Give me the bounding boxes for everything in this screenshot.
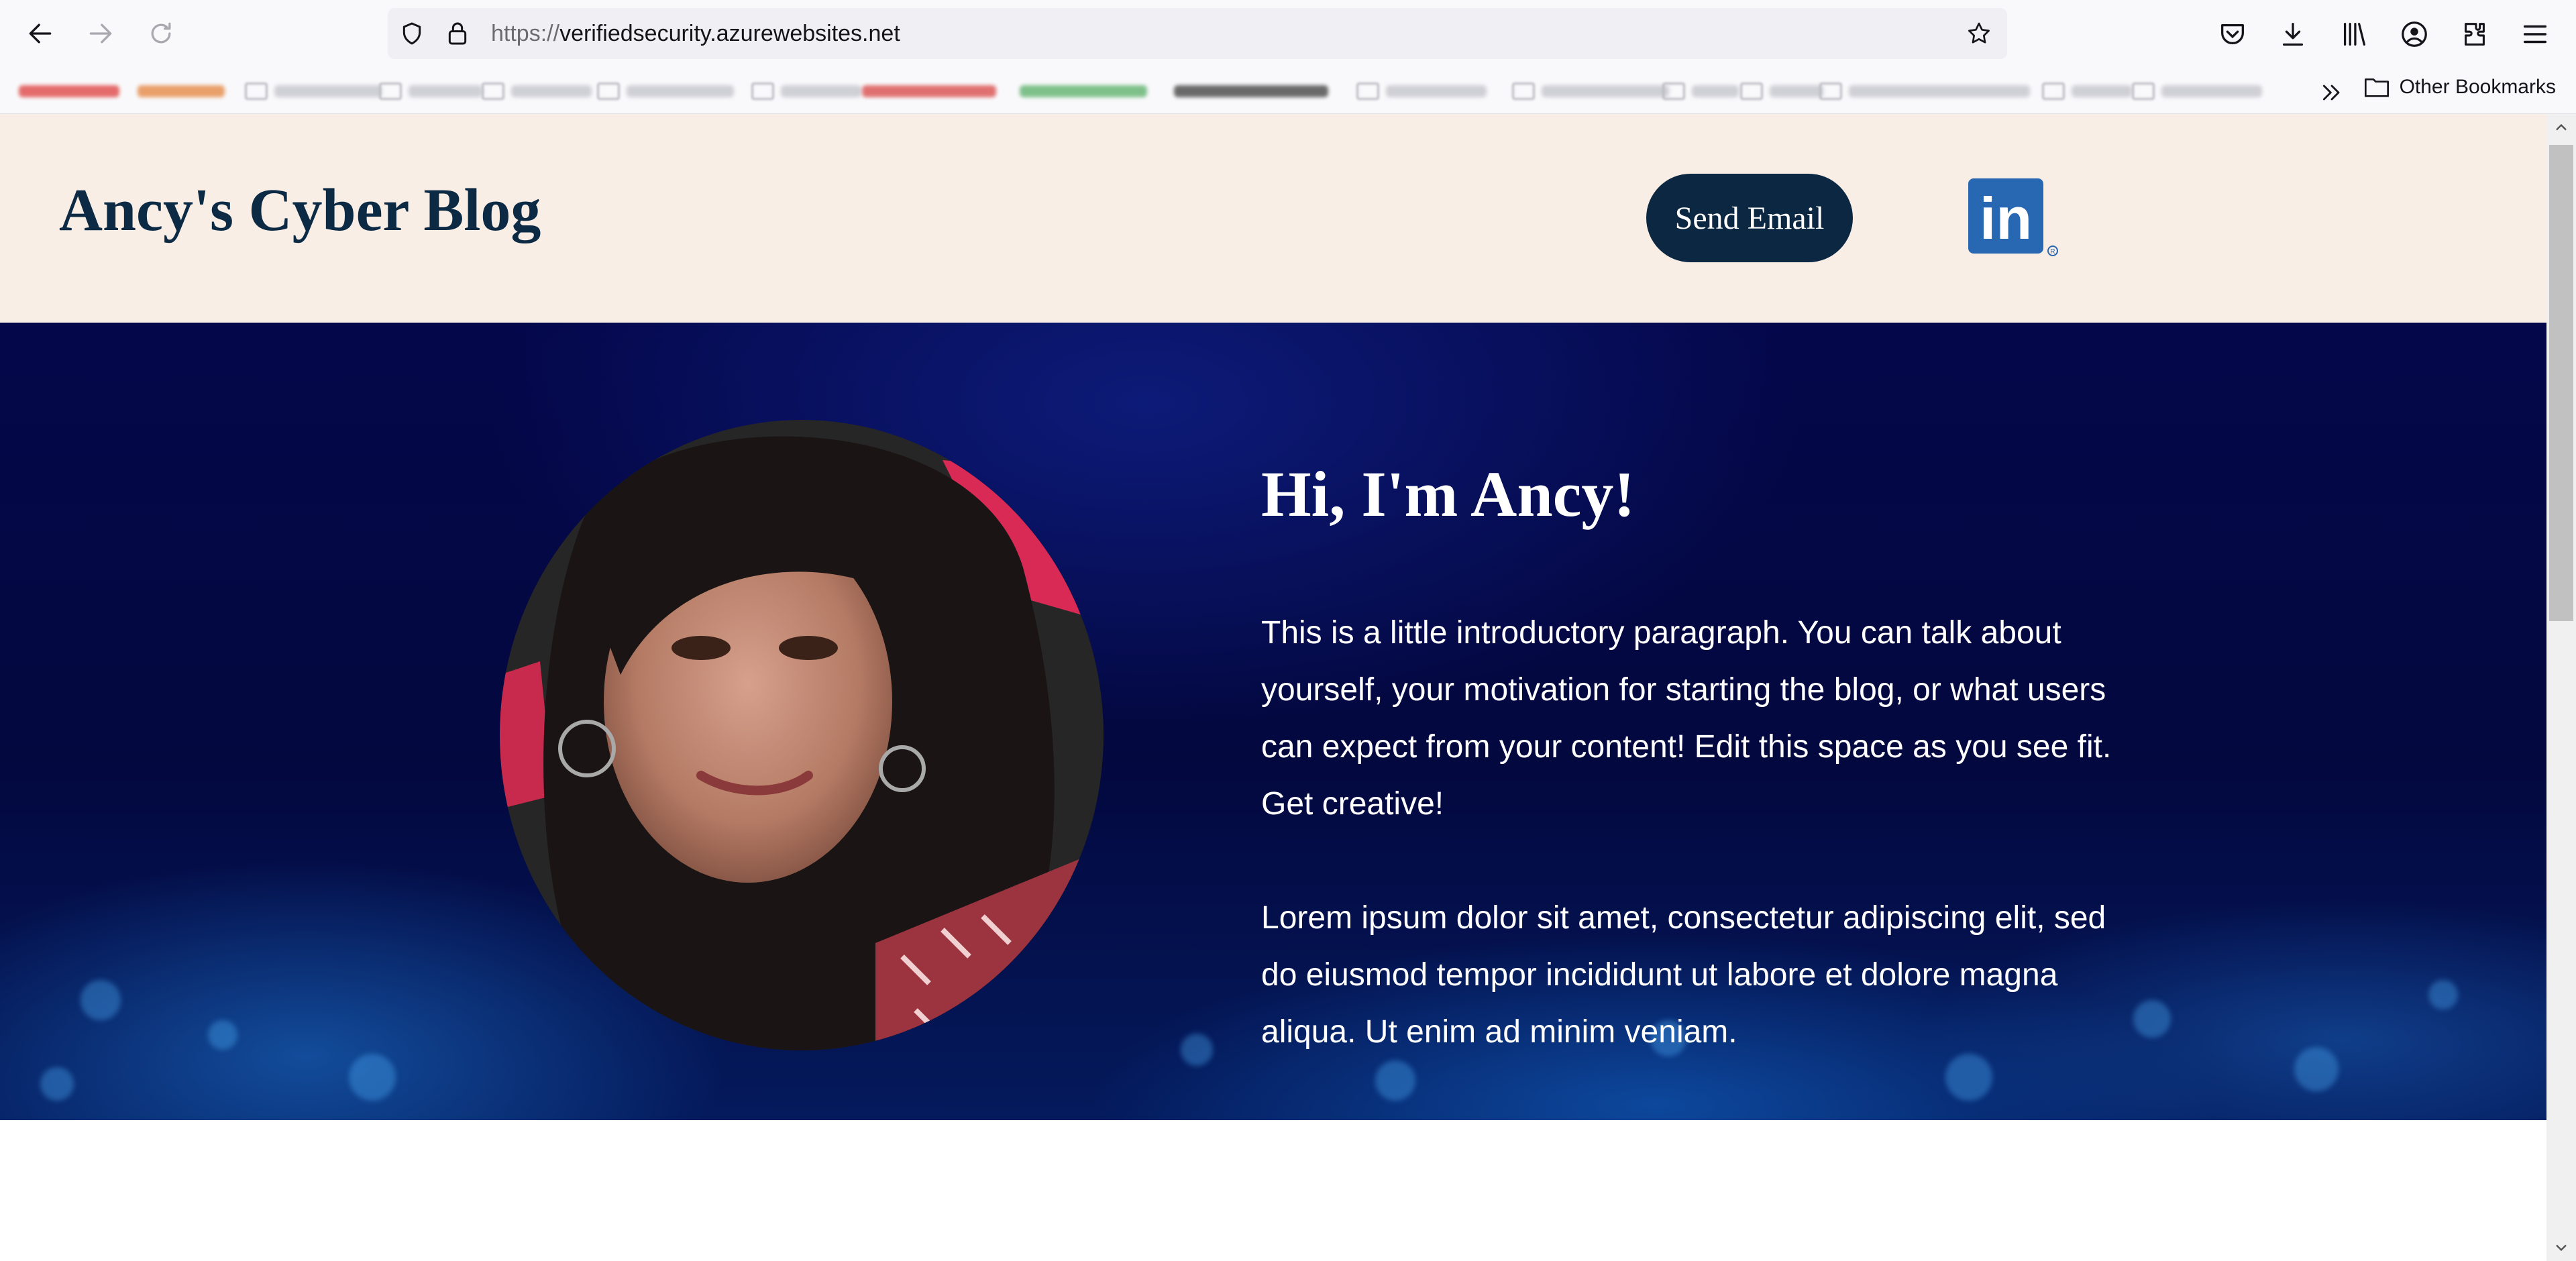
bookmark-item[interactable] <box>245 79 382 103</box>
folder-icon <box>1512 83 1535 100</box>
folder-icon <box>245 83 268 100</box>
send-email-button[interactable]: Send Email <box>1646 174 1853 262</box>
folder-icon <box>597 83 620 100</box>
bookmark-item[interactable] <box>1740 79 1823 103</box>
bookmark-item[interactable] <box>751 79 861 103</box>
chevron-more-icon[interactable] <box>2318 79 2345 106</box>
profile-photo <box>500 420 1104 1050</box>
extensions-icon[interactable] <box>2459 19 2490 50</box>
scrollbar-thumb[interactable] <box>2549 145 2573 621</box>
bookmark-item[interactable] <box>2132 79 2262 103</box>
bookmark-item[interactable] <box>1020 79 1147 103</box>
linkedin-logo-text: in <box>1980 185 2032 252</box>
folder-icon <box>482 83 504 100</box>
folder-icon <box>1662 83 1685 100</box>
other-bookmarks[interactable]: Other Bookmarks <box>2363 75 2556 99</box>
other-bookmarks-label: Other Bookmarks <box>2399 76 2556 98</box>
lock-icon[interactable] <box>444 20 471 47</box>
forward-button[interactable] <box>82 15 119 52</box>
folder-icon <box>1819 83 1842 100</box>
bookmark-item[interactable] <box>597 79 734 103</box>
page-scrollbar[interactable] <box>2546 114 2576 1261</box>
linkedin-icon[interactable]: in R <box>1968 178 2059 259</box>
download-icon[interactable] <box>2277 19 2308 50</box>
account-icon[interactable] <box>2399 19 2430 50</box>
hero-section: Hi, I'm Ancy! This is a little introduct… <box>0 323 2546 1120</box>
url-scheme: https:// <box>491 21 560 46</box>
reload-button[interactable] <box>142 15 180 52</box>
intro-paragraph: This is a little introductory paragraph.… <box>1261 615 2112 822</box>
bookmark-item[interactable] <box>1356 79 1487 103</box>
address-bar[interactable]: https://verifiedsecurity.azurewebsites.n… <box>388 8 2007 59</box>
pocket-icon[interactable] <box>2217 19 2248 50</box>
scroll-up-icon[interactable] <box>2552 118 2571 137</box>
folder-icon <box>2042 83 2065 100</box>
bookmark-item[interactable] <box>1662 79 1739 103</box>
bookmark-item[interactable] <box>138 79 225 103</box>
folder-icon <box>1356 83 1379 100</box>
page-viewport: Ancy's Cyber Blog Send Email in R Hi, I'… <box>0 114 2546 1261</box>
bookmark-item[interactable] <box>2042 79 2132 103</box>
browser-toolbar: https://verifiedsecurity.azurewebsites.n… <box>0 0 2576 67</box>
folder-icon <box>2132 83 2155 100</box>
site-header: Ancy's Cyber Blog Send Email in R <box>0 114 2546 323</box>
url-text[interactable]: https://verifiedsecurity.azurewebsites.n… <box>491 21 900 47</box>
arrow-right-icon <box>89 23 112 44</box>
folder-icon <box>379 83 402 100</box>
arrow-left-icon <box>29 23 52 44</box>
library-icon[interactable] <box>2339 19 2369 50</box>
menu-icon[interactable] <box>2520 19 2551 50</box>
svg-text:R: R <box>2050 248 2055 256</box>
star-icon[interactable] <box>1966 20 1992 47</box>
bookmark-item[interactable] <box>379 79 482 103</box>
shield-icon[interactable] <box>398 20 425 47</box>
folder-icon <box>751 83 774 100</box>
bookmark-item[interactable] <box>1819 79 2030 103</box>
hero-heading: Hi, I'm Ancy! <box>1261 458 1635 530</box>
reload-icon <box>151 22 171 44</box>
lorem-paragraph: Lorem ipsum dolor sit amet, consectetur … <box>1261 900 2106 1050</box>
back-button[interactable] <box>21 15 59 52</box>
bookmark-item[interactable] <box>862 79 996 103</box>
site-title[interactable]: Ancy's Cyber Blog <box>59 176 541 245</box>
url-host: verifiedsecurity.azurewebsites.net <box>559 21 900 46</box>
folder-icon <box>2364 78 2389 97</box>
bookmark-item[interactable] <box>482 79 592 103</box>
bookmarks-bar <box>0 67 2576 114</box>
bookmark-item[interactable] <box>19 79 119 103</box>
bookmark-item[interactable] <box>1174 79 1328 103</box>
scroll-down-icon[interactable] <box>2552 1238 2571 1257</box>
bookmark-item[interactable] <box>1512 79 1669 103</box>
folder-icon <box>1740 83 1763 100</box>
